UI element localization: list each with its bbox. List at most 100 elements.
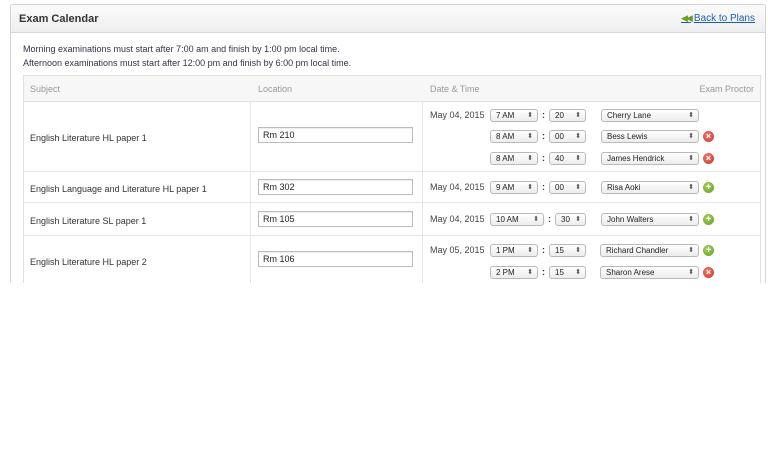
select-arrows-icon: ⬍ [527,247,533,254]
afternoon-rule: Afternoon examinations must start after … [23,58,352,68]
minute-value: 00 [555,183,564,192]
hour-select[interactable]: 9 AM ⬍ [490,181,538,194]
minute-value: 15 [555,268,564,277]
minute-select[interactable]: 40 ⬍ [549,152,586,165]
add-proctor-icon[interactable]: + [703,182,714,193]
table-row: English Literature HL paper 1 May 04, 20… [24,102,760,172]
select-arrows-icon: ⬍ [527,133,533,140]
subject-cell: English Literature HL paper 2 [30,257,147,267]
location-input[interactable] [258,127,413,143]
select-arrows-icon: ⬍ [575,112,581,119]
select-arrows-icon: ⬍ [533,216,539,223]
minute-select[interactable]: 00 ⬍ [549,181,586,194]
subject-cell: English Language and Literature HL paper… [30,184,207,194]
exam-date: May 04, 2015 [430,182,485,192]
page-title: Exam Calendar [19,13,99,25]
location-input[interactable] [258,211,413,227]
proctor-value: Richard Chandler [606,246,669,255]
table-row: English Language and Literature HL paper… [24,172,760,203]
select-arrows-icon: ⬍ [688,133,694,140]
proctor-value: Bess Lewis [607,132,648,141]
time-rules: Morning examinations must start after 7:… [23,42,351,70]
time-colon: : [548,214,551,224]
exam-table: Subject Location Date & Time Exam Procto… [23,75,761,283]
select-arrows-icon: ⬍ [575,133,581,140]
header-date-time: Date & Time [430,84,480,94]
proctor-select[interactable]: Richard Chandler ⬍ [600,244,699,257]
proctor-value: Risa Aoki [607,183,641,192]
time-colon: : [542,110,545,120]
remove-proctor-icon[interactable]: × [703,131,714,142]
back-to-plans-link[interactable]: ◀◀ Back to Plans [681,13,755,24]
hour-select[interactable]: 7 AM ⬍ [490,109,538,122]
header-proctor: Exam Proctor [699,84,754,94]
select-arrows-icon: ⬍ [575,155,581,162]
time-colon: : [542,245,545,255]
hour-value: 2 PM [496,268,515,277]
minute-value: 20 [555,111,564,120]
header-subject: Subject [30,84,61,94]
minute-select[interactable]: 15 ⬍ [549,266,586,279]
table-header: Subject Location Date & Time Exam Procto… [24,76,760,102]
time-colon: : [542,153,545,163]
minute-select[interactable]: 30 ⬍ [555,213,586,226]
minute-select[interactable]: 15 ⬍ [549,244,586,257]
select-arrows-icon: ⬍ [688,247,694,254]
hour-value: 8 AM [496,132,515,141]
remove-proctor-icon[interactable]: × [703,267,714,278]
exam-calendar-panel: Exam Calendar ◀◀ Back to Plans Morning e… [10,4,766,283]
proctor-select[interactable]: Risa Aoki ⬍ [601,181,699,194]
table-row: English Literature HL paper 2 May 05, 20… [24,236,760,283]
back-link-label: Back to Plans [693,13,755,24]
proctor-select[interactable]: Bess Lewis ⬍ [601,130,699,143]
location-input[interactable] [258,251,413,267]
exam-date: May 05, 2015 [430,245,485,255]
hour-value: 1 PM [496,246,515,255]
select-arrows-icon: ⬍ [688,155,694,162]
hour-select[interactable]: 1 PM ⬍ [490,244,538,257]
minute-value: 40 [555,154,564,163]
select-arrows-icon: ⬍ [575,269,581,276]
proctor-select[interactable]: Cherry Lane ⬍ [601,109,699,122]
hour-value: 7 AM [496,111,515,120]
select-arrows-icon: ⬍ [688,184,694,191]
select-arrows-icon: ⬍ [575,184,581,191]
add-proctor-icon[interactable]: + [703,245,714,256]
subject-cell: English Literature HL paper 1 [30,133,147,143]
hour-value: 9 AM [496,183,515,192]
select-arrows-icon: ⬍ [527,112,533,119]
select-arrows-icon: ⬍ [688,112,694,119]
header-location: Location [258,84,293,94]
table-row: English Literature SL paper 1 May 04, 20… [24,203,760,236]
hour-select[interactable]: 10 AM ⬍ [490,213,544,226]
proctor-select[interactable]: James Hendrick ⬍ [601,152,699,165]
proctor-value: John Walters [607,215,654,224]
proctor-select[interactable]: Sharon Arese ⬍ [600,266,699,279]
double-chevron-left-icon: ◀◀ [681,13,693,23]
hour-value: 8 AM [496,154,515,163]
time-colon: : [542,131,545,141]
minute-select[interactable]: 20 ⬍ [549,109,586,122]
proctor-value: Sharon Arese [606,268,655,277]
location-input[interactable] [258,179,413,195]
hour-select[interactable]: 8 AM ⬍ [490,130,538,143]
select-arrows-icon: ⬍ [527,269,533,276]
minute-value: 00 [555,132,564,141]
minute-value: 15 [555,246,564,255]
select-arrows-icon: ⬍ [527,155,533,162]
remove-proctor-icon[interactable]: × [703,153,714,164]
select-arrows-icon: ⬍ [575,247,581,254]
proctor-select[interactable]: John Walters ⬍ [601,213,699,226]
select-arrows-icon: ⬍ [527,184,533,191]
minute-select[interactable]: 00 ⬍ [549,130,586,143]
exam-date: May 04, 2015 [430,214,485,224]
hour-select[interactable]: 2 PM ⬍ [490,266,538,279]
exam-date: May 04, 2015 [430,110,485,120]
proctor-value: James Hendrick [607,154,665,163]
proctor-value: Cherry Lane [607,111,652,120]
minute-value: 30 [561,215,570,224]
morning-rule: Morning examinations must start after 7:… [23,44,340,54]
hour-select[interactable]: 8 AM ⬍ [490,152,538,165]
hour-value: 10 AM [496,215,519,224]
add-proctor-icon[interactable]: + [703,214,714,225]
